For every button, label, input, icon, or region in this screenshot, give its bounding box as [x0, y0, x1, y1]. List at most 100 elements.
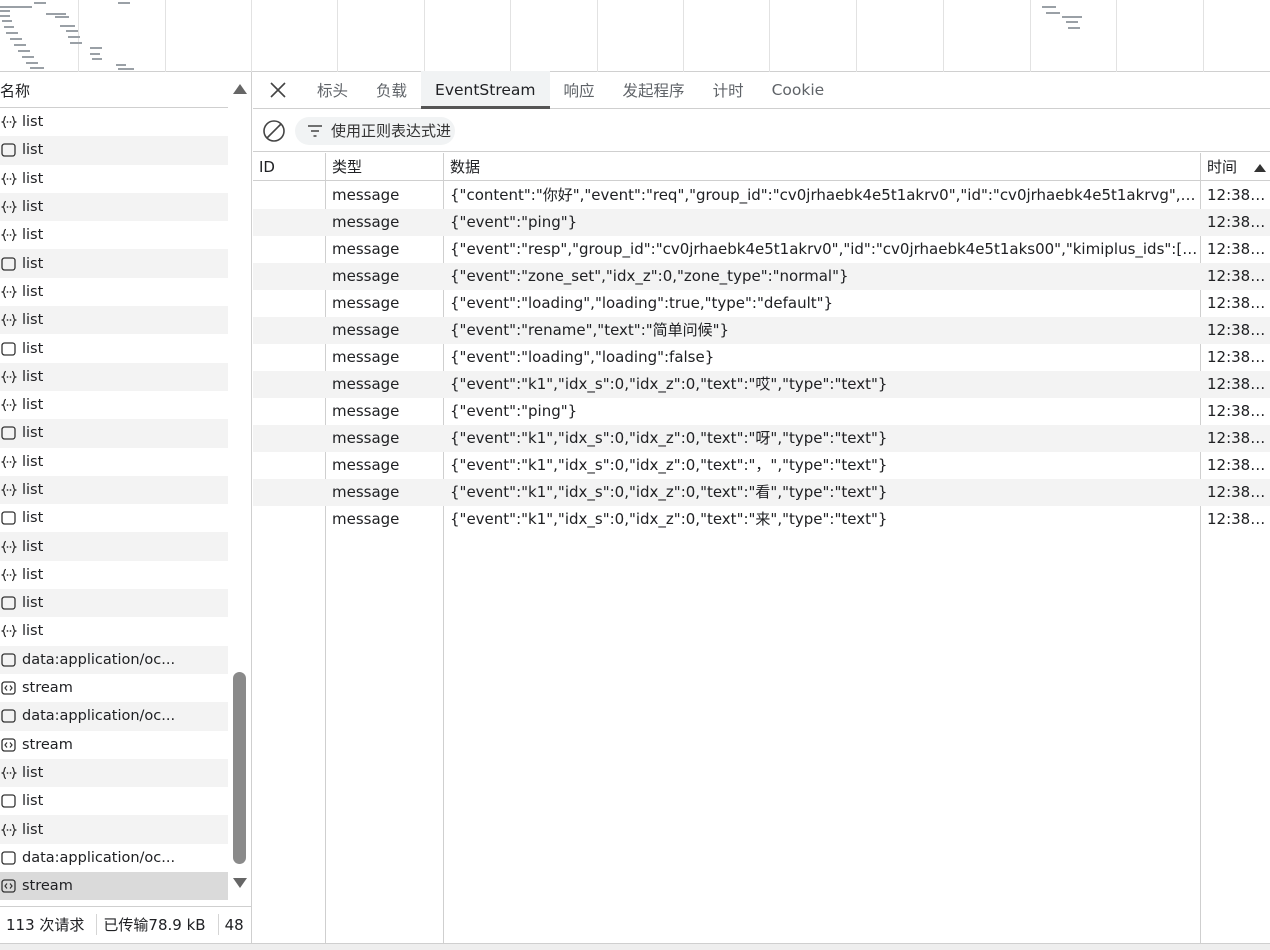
scroll-up-arrow-icon[interactable]	[233, 84, 247, 94]
column-header-data[interactable]: 数据	[444, 153, 1201, 181]
transferred-size: 已传输78.9 kB	[97, 914, 219, 935]
request-name: stream	[22, 680, 73, 697]
overview-bar	[90, 47, 102, 49]
request-list-scrollbar[interactable]	[228, 72, 252, 902]
xhr-icon	[0, 822, 17, 837]
request-row[interactable]: list	[0, 815, 228, 844]
event-filter-field[interactable]	[295, 116, 455, 145]
event-id-cell	[253, 263, 325, 290]
doc-icon	[0, 794, 17, 809]
event-time-cell: 12:38:...	[1207, 510, 1269, 528]
xhr-icon	[0, 200, 17, 215]
close-detail-button[interactable]	[253, 71, 303, 108]
event-row[interactable]: message {"event":"k1","idx_s":0,"idx_z":0…	[253, 425, 1270, 452]
request-row[interactable]: list	[0, 475, 228, 505]
tab-标头[interactable]: 标头	[303, 71, 362, 108]
event-row[interactable]: message {"event":"k1","idx_s":0,"idx_z":0…	[253, 371, 1270, 398]
request-row[interactable]: stream	[0, 674, 228, 702]
event-row[interactable]: message {"event":"zone_set","idx_z":0,"zo…	[253, 263, 1270, 290]
column-header-id[interactable]: ID	[253, 153, 326, 181]
event-row[interactable]: message {"event":"k1","idx_s":0,"idx_z":0…	[253, 452, 1270, 479]
request-row[interactable]: list	[0, 448, 228, 476]
network-overview-waterfall[interactable]	[0, 0, 1270, 72]
request-row[interactable]: list	[0, 334, 228, 362]
request-row[interactable]: list	[0, 758, 228, 788]
doc-icon	[0, 596, 17, 611]
event-time-cell: 12:38:...	[1207, 402, 1269, 420]
tab-eventstream[interactable]: EventStream	[421, 71, 550, 109]
request-row[interactable]: list	[0, 589, 228, 618]
filter-icon	[308, 124, 322, 137]
clear-events-button[interactable]	[253, 110, 295, 152]
event-row[interactable]: message {"event":"loading","loading":true…	[253, 290, 1270, 317]
request-row[interactable]: list	[0, 165, 228, 193]
xhr-icon	[0, 228, 17, 243]
event-row[interactable]: message {"event":"ping"} 12:38:...	[253, 398, 1270, 425]
request-row[interactable]: list	[0, 249, 228, 278]
event-type-cell: message	[332, 429, 400, 447]
request-name: data:application/oc...	[22, 849, 176, 866]
overview-bar	[116, 64, 126, 66]
request-row[interactable]: list	[0, 504, 228, 532]
tab-计时[interactable]: 计时	[699, 71, 758, 108]
overview-bar	[1066, 21, 1078, 23]
request-row[interactable]: list	[0, 391, 228, 419]
request-row[interactable]: list	[0, 221, 228, 249]
xhr-icon	[0, 539, 17, 554]
tab-响应[interactable]: 响应	[550, 71, 609, 108]
request-row[interactable]: list	[0, 561, 228, 589]
event-id-cell	[253, 452, 325, 479]
overview-bar	[0, 6, 32, 8]
request-row[interactable]: stream	[0, 731, 228, 759]
event-row[interactable]: message {"event":"resp","group_id":"cv0jr…	[253, 236, 1270, 263]
request-row[interactable]: list	[0, 136, 228, 165]
request-row[interactable]: list	[0, 306, 228, 335]
event-row[interactable]: message {"content":"你好","event":"req","gr…	[253, 182, 1270, 209]
tab-负载[interactable]: 负载	[362, 71, 421, 108]
overview-gridline	[856, 0, 857, 72]
overview-bar	[70, 42, 82, 44]
request-name: stream	[22, 878, 73, 895]
xhr-icon	[0, 369, 17, 384]
overview-bar	[2, 20, 12, 22]
request-row[interactable]: list	[0, 192, 228, 222]
request-row[interactable]: list	[0, 787, 228, 815]
overview-bar	[118, 2, 130, 4]
request-row[interactable]: data:application/oc...	[0, 702, 228, 731]
name-column-header[interactable]: 名称	[0, 72, 228, 108]
request-name: list	[22, 114, 44, 131]
event-filter-bar	[253, 110, 1270, 152]
event-time-cell: 12:38:...	[1207, 321, 1269, 339]
event-filter-input[interactable]	[331, 121, 451, 140]
overview-bar	[92, 58, 102, 60]
scroll-down-arrow-icon[interactable]	[233, 878, 247, 888]
request-row[interactable]: list	[0, 617, 228, 645]
event-row[interactable]: message {"event":"ping"} 12:38:...	[253, 209, 1270, 236]
event-row[interactable]: message {"event":"k1","idx_s":0,"idx_z":0…	[253, 479, 1270, 506]
request-row[interactable]: list	[0, 278, 228, 306]
request-row[interactable]: data:application/oc...	[0, 645, 228, 674]
event-data-cell: {"event":"k1","idx_s":0,"idx_z":0,"text"…	[450, 429, 888, 447]
request-name: list	[22, 199, 44, 216]
event-row[interactable]: message {"event":"rename","text":"简单问候"} 1…	[253, 317, 1270, 344]
event-data-cell: {"event":"zone_set","idx_z":0,"zone_type…	[450, 267, 849, 285]
request-row[interactable]: list	[0, 532, 228, 561]
event-time-cell: 12:38:...	[1207, 294, 1269, 312]
scrollbar-thumb[interactable]	[233, 672, 246, 864]
overview-bar	[10, 38, 22, 40]
request-row[interactable]: list	[0, 419, 228, 448]
event-row[interactable]: message {"event":"k1","idx_s":0,"idx_z":0…	[253, 506, 1270, 533]
request-row[interactable]: list	[0, 362, 228, 391]
overview-bar	[1046, 12, 1060, 14]
detail-tab-bar: 标头 负载 EventStream 响应 发起程序 计时 Cookie	[253, 71, 1270, 109]
request-name: list	[22, 764, 44, 781]
request-row[interactable]: list	[0, 108, 228, 136]
request-row[interactable]: stream	[0, 872, 228, 901]
sort-ascending-icon[interactable]	[1254, 164, 1266, 172]
column-header-type[interactable]: 类型	[326, 153, 444, 181]
event-row[interactable]: message {"event":"loading","loading":fals…	[253, 344, 1270, 371]
tab-cookie[interactable]: Cookie	[758, 71, 839, 108]
xhr-icon	[0, 765, 17, 780]
request-row[interactable]: data:application/oc...	[0, 844, 228, 872]
tab-发起程序[interactable]: 发起程序	[609, 71, 699, 108]
